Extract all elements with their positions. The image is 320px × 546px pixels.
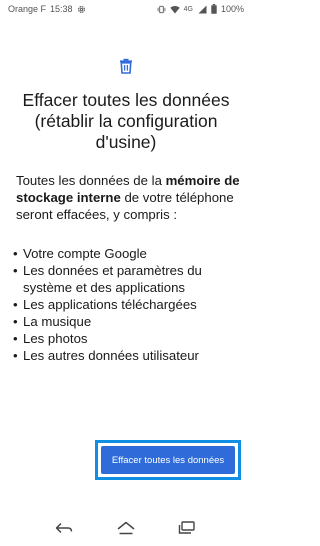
status-right: 4G 100% — [157, 4, 244, 14]
list-item-text: Les applications téléchargées — [23, 297, 197, 312]
list-item: • Les données et paramètres du système et… — [13, 262, 245, 296]
list-item: • Les photos — [13, 330, 245, 347]
list-item-text: La musique — [23, 314, 92, 329]
recents-icon — [178, 521, 196, 539]
home-button[interactable] — [111, 518, 141, 542]
list-item-text: Les autres données utilisateur — [23, 348, 199, 363]
time-label: 15:38 — [50, 4, 73, 14]
vibrate-icon — [157, 5, 166, 14]
erased-items-list: • Votre compte Google • Les données et par… — [13, 245, 245, 364]
list-item-text: Les photos — [23, 331, 88, 346]
list-item: • Les applications téléchargées — [13, 296, 245, 313]
battery-percent-label: 100% — [220, 4, 244, 14]
list-item: • Votre compte Google — [13, 245, 245, 262]
bullet: • — [13, 246, 18, 261]
bullet: • — [13, 331, 18, 346]
list-item-text: Les données et paramètres du système et … — [23, 263, 202, 295]
description-text: Toutes les données de la mémoire de stoc… — [16, 172, 241, 223]
navigation-bar — [0, 516, 252, 546]
back-icon — [55, 521, 73, 539]
wifi-icon — [169, 5, 180, 14]
erase-all-data-button[interactable]: Effacer toutes les données — [101, 446, 235, 474]
signal-icon — [198, 5, 207, 14]
page-title: Effacer toutes les données (rétablir la … — [22, 90, 230, 152]
gear-icon — [77, 5, 86, 14]
status-bar: Orange F 15:38 4G 100% — [0, 0, 252, 18]
list-item: • La musique — [13, 313, 245, 330]
recents-button[interactable] — [172, 518, 202, 542]
description-prefix: Toutes les données de la — [16, 173, 166, 188]
trash-icon — [119, 58, 133, 74]
status-left: Orange F 15:38 — [8, 4, 86, 14]
bullet: • — [13, 297, 18, 312]
bullet: • — [13, 348, 18, 363]
list-item-text: Votre compte Google — [23, 246, 147, 261]
carrier-label: Orange F — [8, 4, 47, 14]
network-type-label: 4G — [183, 5, 193, 13]
back-button[interactable] — [49, 518, 79, 542]
list-item: • Les autres données utilisateur — [13, 347, 245, 364]
bullet: • — [13, 314, 18, 329]
home-icon — [116, 521, 136, 540]
bullet: • — [13, 263, 18, 278]
battery-icon — [211, 4, 217, 14]
